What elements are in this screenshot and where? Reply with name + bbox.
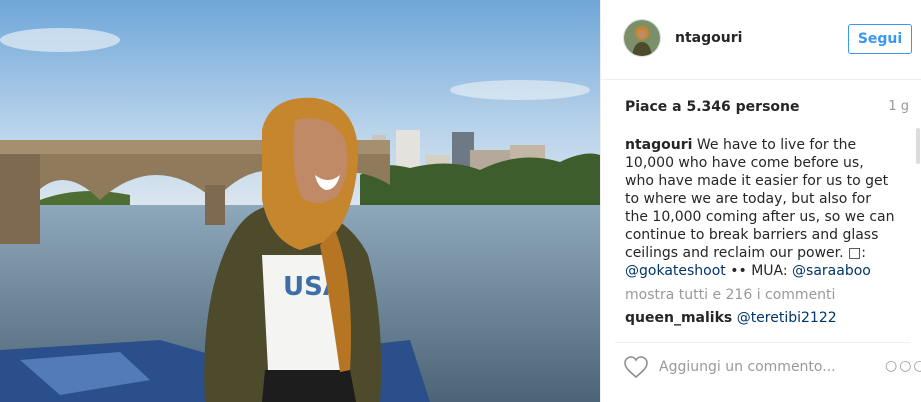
avatar-image [624,20,660,56]
post-age[interactable]: 1 g [888,99,909,114]
post-photo[interactable]: USA [0,0,600,402]
post-header: ntagouri Segui [601,0,921,80]
caption-username[interactable]: ntagouri [625,137,692,153]
add-comment-input[interactable] [659,356,849,378]
view-all-comments-link[interactable]: mostra tutti e 216 i commenti [625,286,895,304]
post-username[interactable]: ntagouri [675,30,742,46]
heart-icon-svg [624,356,648,379]
comment-item: queen_maliks @teretibi2122 [625,309,895,327]
avatar[interactable] [623,19,661,57]
comment-username[interactable]: queen_maliks [625,310,732,326]
more-options-icon[interactable]: ○○○ [885,358,921,374]
follow-button[interactable]: Segui [848,24,912,54]
likes-count[interactable]: Piace a 5.346 persone [625,99,800,115]
comment-mention[interactable]: @teretibi2122 [737,310,837,326]
caption-text-mua: •• MUA: [725,263,793,279]
post-viewer: USA ntagouri Segui Piace a 5.346 persone… [0,0,921,402]
post-caption: ntagouri We have to live for the 10,000 … [625,136,895,280]
photo-illustration: USA [0,0,600,402]
caption-mention-mua[interactable]: @saraaboo [792,263,871,279]
heart-icon[interactable] [623,355,649,379]
caption-text: We have to live for the 10,000 who have … [625,137,895,261]
comments-list: ntagouri We have to live for the 10,000 … [625,136,895,331]
caption-mention-photographer[interactable]: @gokateshoot [625,263,726,279]
post-side-panel: ntagouri Segui Piace a 5.346 persone 1 g… [600,0,921,402]
divider [615,342,911,343]
comments-scrollbar[interactable] [916,128,920,164]
